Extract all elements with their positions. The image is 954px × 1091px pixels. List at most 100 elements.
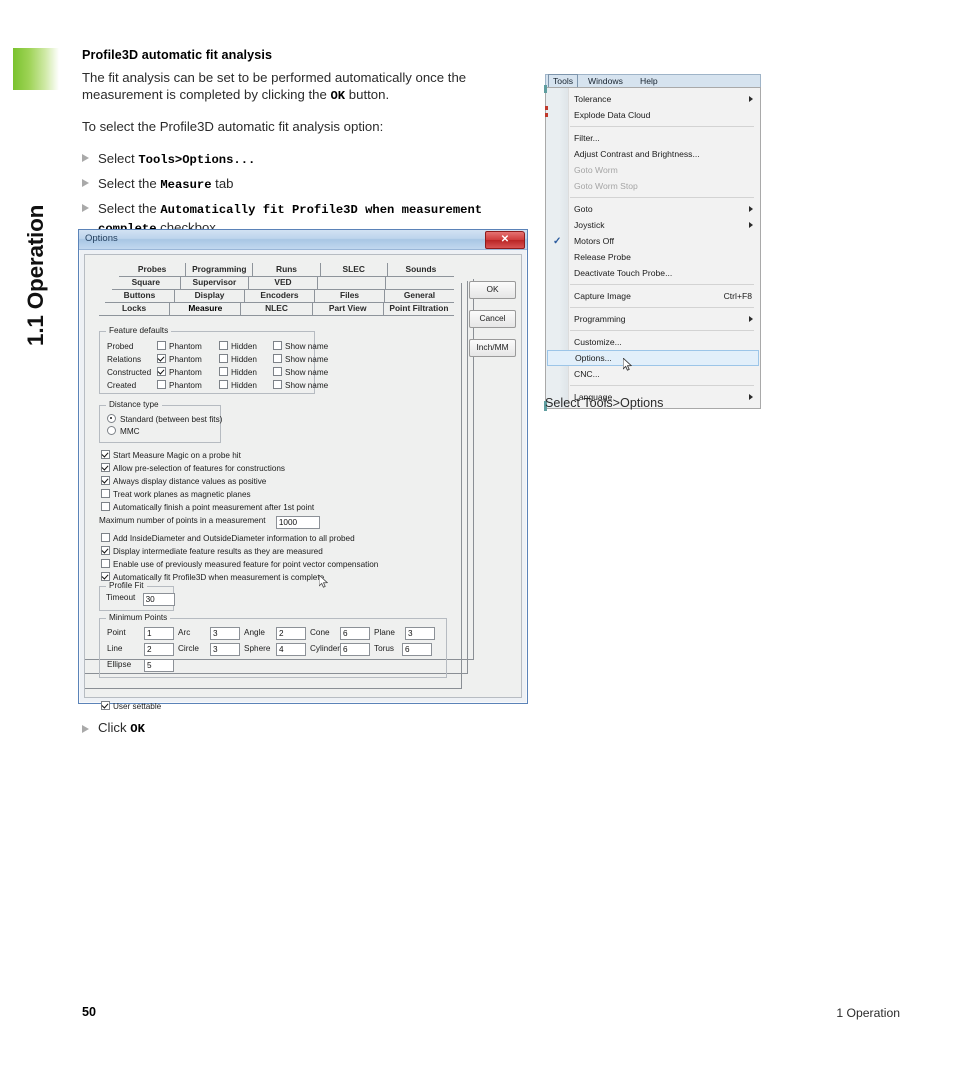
auto-finish-point-checkbox[interactable] [101,502,110,511]
tab-general[interactable]: General [385,289,454,302]
constructed-hidden-checkbox[interactable] [219,367,228,376]
mp-ellipse-input[interactable]: 5 [144,659,174,672]
mp-plane-input[interactable]: 3 [405,627,435,640]
mp-sphere-input[interactable]: 4 [276,643,306,656]
tab-probes[interactable]: Probes [119,263,187,276]
menu-item-release-probe[interactable]: Release Probe [546,249,760,265]
step-post: tab [211,175,234,191]
mp-torus-input[interactable]: 6 [402,643,432,656]
inch-mm-button[interactable]: Inch/MM [469,339,516,357]
menu-item-adjust-contrast-brightness[interactable]: Adjust Contrast and Brightness... [546,146,760,162]
opt-display-intermediate[interactable]: Display intermediate feature results as … [101,546,323,556]
menu-item-capture-image[interactable]: Capture Image Ctrl+F8 [546,288,760,304]
probed-phantom-checkbox[interactable] [157,341,166,350]
menubar-help[interactable]: Help [636,75,662,87]
magnetic-planes-checkbox[interactable] [101,489,110,498]
menu-item-filter[interactable]: Filter... [546,130,760,146]
user-settable-row[interactable]: User settable [101,701,161,711]
tab-part-view[interactable]: Part View [313,302,384,315]
col-showname-label: Show name [285,342,329,351]
mp-circle-input[interactable]: 3 [210,643,240,656]
tab-ved[interactable]: VED [249,276,318,289]
max-points-input[interactable]: 1000 [275,516,320,529]
distance-mmc-option[interactable]: MMC [107,426,140,436]
mp-point-input[interactable]: 1 [144,627,174,640]
mp-angle-input[interactable]: 2 [276,627,306,640]
menubar-tools[interactable]: Tools [548,74,579,88]
created-hidden-checkbox[interactable] [219,380,228,389]
menu-item-tolerance[interactable]: Tolerance [546,91,760,107]
ok-button[interactable]: OK [469,281,516,299]
distance-standard-option[interactable]: Standard (between best fits) [107,414,222,424]
step-mono: Measure [160,177,212,192]
mp-arc-input[interactable]: 3 [210,627,240,640]
distance-mmc-radio[interactable] [107,426,116,435]
constructed-showname-checkbox[interactable] [273,367,282,376]
menu-item-label: Goto [574,204,593,214]
tab-sounds[interactable]: Sounds [388,263,454,276]
start-measure-magic-checkbox[interactable] [101,450,110,459]
tab-point-filtration[interactable]: Point Filtration [384,302,454,315]
menu-separator [570,307,754,308]
mp-torus-label: Torus [374,644,395,653]
tab-buttons[interactable]: Buttons [105,289,175,302]
user-settable-checkbox[interactable] [101,701,110,710]
created-phantom-checkbox[interactable] [157,380,166,389]
mp-cylinder-input[interactable]: 6 [340,643,370,656]
menu-item-customize[interactable]: Customize... [546,334,760,350]
menu-item-deactivate-touch-probe[interactable]: Deactivate Touch Probe... [546,265,760,281]
opt-add-diameters[interactable]: Add InsideDiameter and OutsideDiameter i… [101,533,355,543]
relations-showname-checkbox[interactable] [273,354,282,363]
opt-point-vector-comp[interactable]: Enable use of previously measured featur… [101,559,378,569]
mp-cone-input[interactable]: 6 [340,627,370,640]
submenu-arrow-icon [749,96,753,102]
close-icon[interactable]: ✕ [485,231,525,249]
distance-standard-radio[interactable] [107,414,116,423]
menu-item-motors-off[interactable]: ✓ Motors Off [546,233,760,249]
tab-measure[interactable]: Measure [170,302,242,315]
opt-distance-positive[interactable]: Always display distance values as positi… [101,476,266,486]
tab-runs[interactable]: Runs [253,263,321,276]
tab-locks[interactable]: Locks [99,302,171,315]
mp-line-input[interactable]: 2 [144,643,174,656]
constructed-phantom-checkbox[interactable] [157,367,166,376]
probed-hidden-checkbox[interactable] [219,341,228,350]
menu-separator [570,385,754,386]
opt-magnetic-planes[interactable]: Treat work planes as magnetic planes [101,489,251,499]
probed-showname-checkbox[interactable] [273,341,282,350]
dialog-titlebar[interactable]: Options ✕ [79,230,527,250]
menu-item-cnc[interactable]: CNC... [546,366,760,382]
tab-supervisor[interactable]: Supervisor [181,276,250,289]
relations-phantom-checkbox[interactable] [157,354,166,363]
distance-positive-checkbox[interactable] [101,476,110,485]
tab-slec[interactable]: SLEC [321,263,388,276]
allow-preselection-checkbox[interactable] [101,463,110,472]
created-showname-checkbox[interactable] [273,380,282,389]
opt-label: Start Measure Magic on a probe hit [113,451,241,460]
tab-display[interactable]: Display [175,289,245,302]
opt-start-measure-magic[interactable]: Start Measure Magic on a probe hit [101,450,241,460]
cancel-button[interactable]: Cancel [469,310,516,328]
menu-item-joystick[interactable]: Joystick [546,217,760,233]
menubar-windows[interactable]: Windows [584,75,627,87]
relations-hidden-checkbox[interactable] [219,354,228,363]
display-intermediate-checkbox[interactable] [101,546,110,555]
menu-item-options[interactable]: Options... [547,350,759,366]
opt-label: Automatically finish a point measurement… [113,503,315,512]
menu-item-explode-data-cloud[interactable]: Explode Data Cloud [546,107,760,123]
tab-programming[interactable]: Programming [186,263,254,276]
point-vector-comp-checkbox[interactable] [101,559,110,568]
timeout-input[interactable]: 30 [142,593,175,606]
auto-fit-profile3d-checkbox[interactable] [101,572,110,581]
menu-item-programming[interactable]: Programming [546,311,760,327]
opt-auto-finish-point[interactable]: Automatically finish a point measurement… [101,502,314,512]
tab-encoders[interactable]: Encoders [245,289,315,302]
opt-allow-preselection[interactable]: Allow pre-selection of features for cons… [101,463,285,473]
tab-square[interactable]: Square [112,276,181,289]
menu-item-goto-worm: Goto Worm [546,162,760,178]
menu-item-goto[interactable]: Goto [546,201,760,217]
add-diameters-checkbox[interactable] [101,533,110,542]
tab-files[interactable]: Files [315,289,385,302]
tab-nlec[interactable]: NLEC [241,302,313,315]
distance-type-group: Distance type Standard (between best fit… [99,400,222,443]
